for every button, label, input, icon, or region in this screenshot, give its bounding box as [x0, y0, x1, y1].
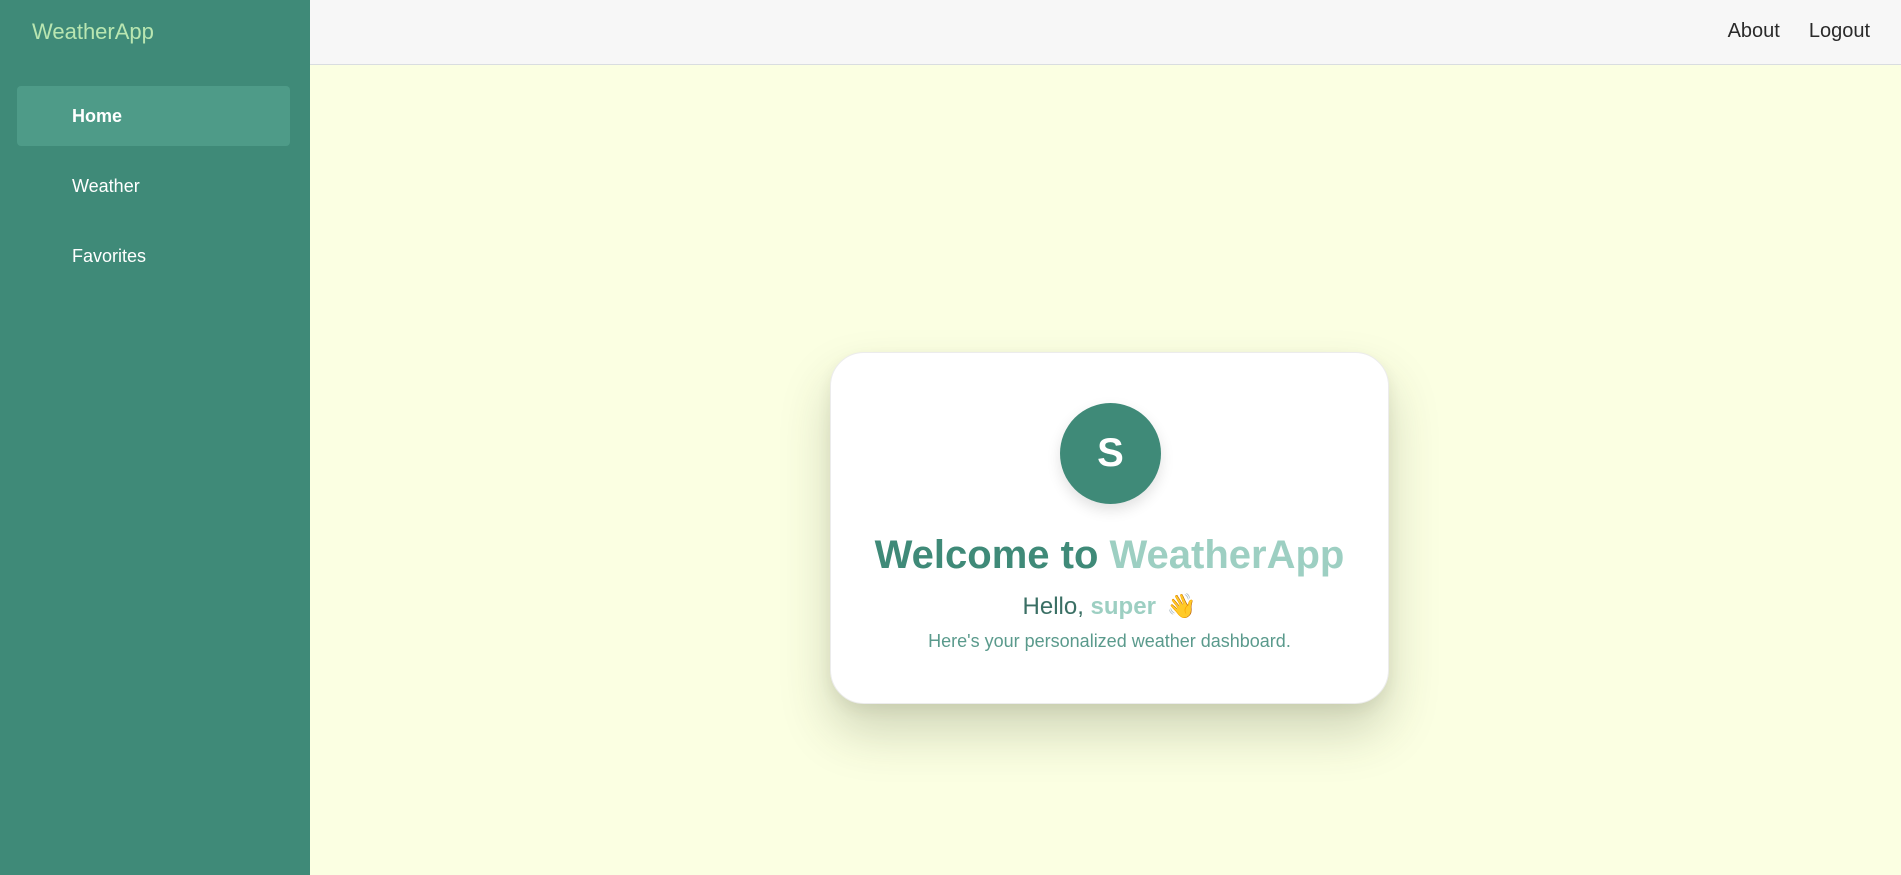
sidebar-item-home[interactable]: Home	[17, 86, 290, 146]
welcome-app-name: WeatherApp	[1109, 533, 1345, 577]
sidebar-item-weather[interactable]: Weather	[17, 156, 290, 216]
sidebar: WeatherApp Home Weather Favorites	[0, 0, 310, 875]
top-nav: About Logout	[1728, 0, 1870, 63]
top-bar: About Logout	[310, 0, 1901, 65]
username: super	[1090, 593, 1156, 620]
about-link[interactable]: About	[1728, 20, 1780, 43]
sidebar-item-favorites[interactable]: Favorites	[17, 226, 290, 286]
brand-logo[interactable]: WeatherApp	[32, 19, 154, 45]
greeting-prefix: Hello,	[1022, 593, 1091, 620]
avatar-initial: S	[1097, 431, 1124, 475]
avatar: S	[1060, 403, 1161, 504]
welcome-prefix: Welcome to	[874, 533, 1110, 577]
greeting: Hello, super 👋	[831, 592, 1388, 621]
welcome-heading: Welcome to WeatherApp	[831, 533, 1388, 578]
welcome-card: S Welcome to WeatherApp Hello, super 👋 H…	[830, 352, 1389, 704]
dashboard-subtitle: Here's your personalized weather dashboa…	[928, 631, 1291, 651]
sidebar-item-label: Weather	[72, 175, 140, 196]
sidebar-item-label: Home	[72, 105, 123, 126]
waving-hand-icon: 👋	[1166, 593, 1197, 620]
logout-link[interactable]: Logout	[1809, 20, 1870, 43]
sidebar-nav: Home Weather Favorites	[17, 86, 290, 296]
sidebar-item-label: Favorites	[72, 245, 147, 266]
